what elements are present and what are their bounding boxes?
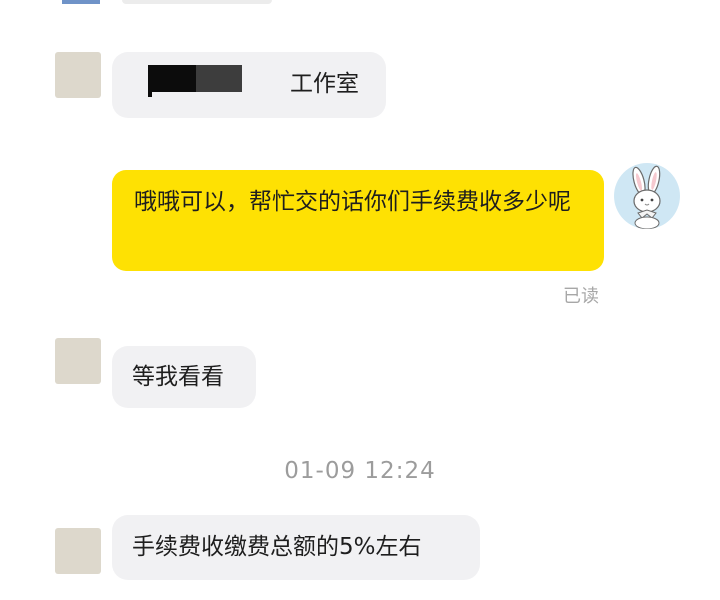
- message-text: 等我看看: [132, 364, 224, 390]
- contact-avatar[interactable]: [55, 338, 101, 384]
- partial-avatar: [62, 0, 100, 4]
- read-status: 已读: [563, 286, 599, 307]
- message-bubble-contact[interactable]: 等我看看: [112, 346, 256, 408]
- contact-avatar[interactable]: [55, 528, 101, 574]
- previous-message-edge: [0, 0, 720, 4]
- partial-bubble: [122, 0, 272, 4]
- message-bubble-contact[interactable]: 工作室: [112, 52, 386, 118]
- white-rabbit-icon[interactable]: [614, 163, 680, 229]
- time-divider: 01-09 12:24: [284, 458, 436, 484]
- message-text: 手续费收缴费总额的5%左右: [132, 534, 422, 560]
- message-text: 哦哦可以，帮忙交的话你们手续费收多少呢: [134, 189, 571, 215]
- message-bubble-contact[interactable]: 手续费收缴费总额的5%左右: [112, 515, 480, 580]
- contact-avatar[interactable]: [55, 52, 101, 98]
- message-bubble-own[interactable]: 哦哦可以，帮忙交的话你们手续费收多少呢: [112, 170, 604, 271]
- message-text: 工作室: [290, 71, 359, 97]
